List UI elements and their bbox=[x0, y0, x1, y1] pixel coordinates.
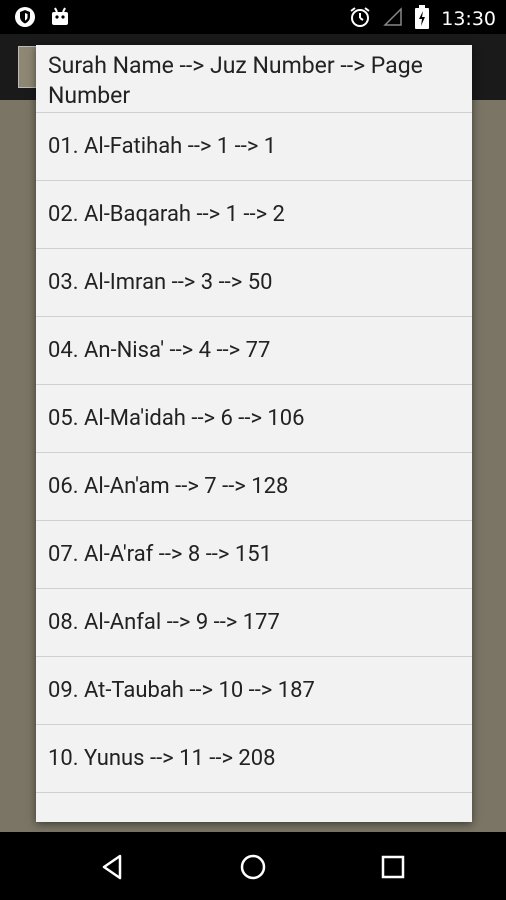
list-item[interactable]: 08. Al-Anfal --> 9 --> 177 bbox=[36, 589, 472, 657]
dialog-title: Surah Name --> Juz Number --> Page Numbe… bbox=[36, 45, 472, 113]
surah-list-dialog: Surah Name --> Juz Number --> Page Numbe… bbox=[36, 45, 472, 822]
battery-charging-icon bbox=[415, 5, 430, 33]
list-item-label: 07. Al-A'raf --> 8 --> 151 bbox=[48, 542, 272, 567]
list-item-partial[interactable] bbox=[36, 793, 472, 822]
alarm-icon bbox=[349, 6, 371, 32]
list-item[interactable]: 06. Al-An'am --> 7 --> 128 bbox=[36, 453, 472, 521]
list-item-label: 05. Al-Ma'idah --> 6 --> 106 bbox=[48, 406, 305, 431]
list-item-label: 08. Al-Anfal --> 9 --> 177 bbox=[48, 610, 280, 635]
status-clock: 13:30 bbox=[441, 8, 496, 30]
screen: 13:30 Surah Name --> Juz Number --> Page… bbox=[0, 0, 506, 900]
list-item[interactable]: 05. Al-Ma'idah --> 6 --> 106 bbox=[36, 385, 472, 453]
list-item-label: 06. Al-An'am --> 7 --> 128 bbox=[48, 474, 289, 499]
list-item-label: 02. Al-Baqarah --> 1 --> 2 bbox=[48, 202, 285, 227]
list-item[interactable]: 10. Yunus --> 11 --> 208 bbox=[36, 725, 472, 793]
navigation-bar bbox=[0, 832, 506, 900]
signal-icon bbox=[383, 7, 403, 31]
list-item[interactable]: 03. Al-Imran --> 3 --> 50 bbox=[36, 249, 472, 317]
list-item[interactable]: 09. At-Taubah --> 10 --> 187 bbox=[36, 657, 472, 725]
android-icon bbox=[50, 6, 70, 32]
back-icon[interactable] bbox=[98, 852, 128, 882]
list-item[interactable]: 01. Al-Fatihah --> 1 --> 1 bbox=[36, 113, 472, 181]
list-item-label: 10. Yunus --> 11 --> 208 bbox=[48, 746, 276, 771]
list-item-label: 09. At-Taubah --> 10 --> 187 bbox=[48, 678, 315, 703]
list-item-label: 03. Al-Imran --> 3 --> 50 bbox=[48, 270, 273, 295]
home-icon[interactable] bbox=[238, 852, 268, 882]
list-item[interactable]: 07. Al-A'raf --> 8 --> 151 bbox=[36, 521, 472, 589]
list-item[interactable]: 04. An-Nisa' --> 4 --> 77 bbox=[36, 317, 472, 385]
status-bar: 13:30 bbox=[0, 0, 506, 34]
recents-icon[interactable] bbox=[378, 852, 408, 882]
list-item[interactable]: 02. Al-Baqarah --> 1 --> 2 bbox=[36, 181, 472, 249]
shield-icon bbox=[14, 6, 36, 32]
list-item-label: 01. Al-Fatihah --> 1 --> 1 bbox=[48, 134, 277, 159]
list-item-label: 04. An-Nisa' --> 4 --> 77 bbox=[48, 338, 271, 363]
